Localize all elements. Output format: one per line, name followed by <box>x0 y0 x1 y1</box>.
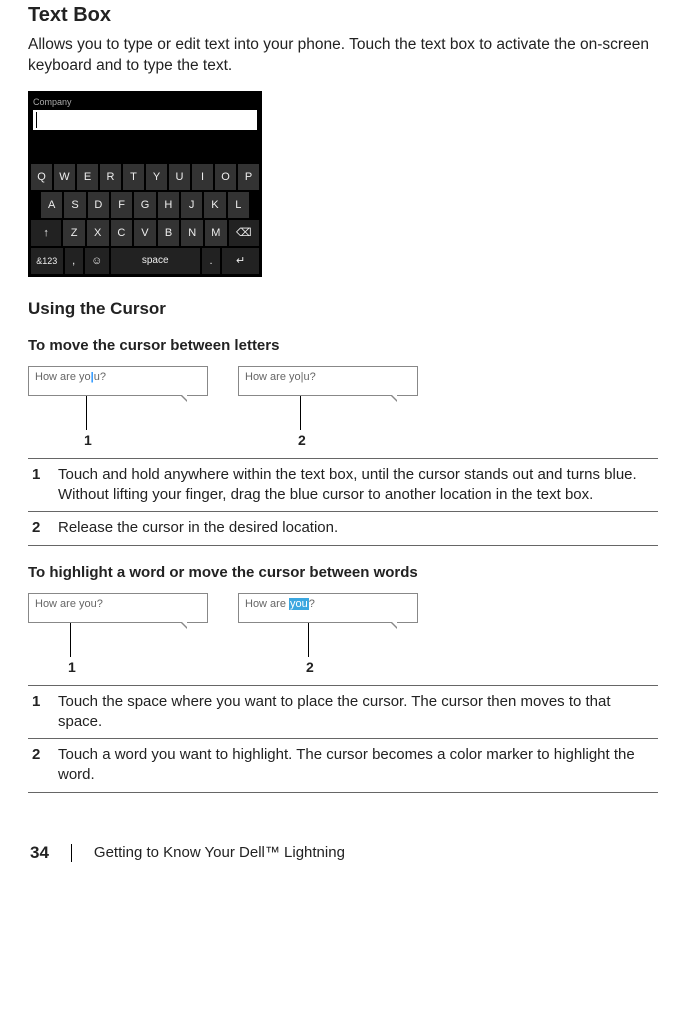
key-enter[interactable] <box>222 248 259 274</box>
steps-table-words: 1 Touch the space where you want to plac… <box>28 685 658 793</box>
table-row: 2 Touch a word you want to highlight. Th… <box>28 739 658 793</box>
steps-table-letters: 1 Touch and hold anywhere within the tex… <box>28 458 658 546</box>
key-emoji[interactable] <box>85 248 109 274</box>
table-row: 1 Touch the space where you want to plac… <box>28 685 658 739</box>
callout-line <box>70 623 71 657</box>
key-x[interactable]: X <box>87 220 109 246</box>
key-symbols[interactable]: &123 <box>31 248 63 274</box>
heading-text-box: Text Box <box>28 4 658 27</box>
page-footer: 34 Getting to Know Your Dell™ Lightning <box>28 843 658 863</box>
phone-text-input[interactable] <box>33 110 257 130</box>
key-space[interactable]: space <box>111 248 200 274</box>
illustration-letters: How are yo|u? 1 How are yo|u? 2 <box>28 366 658 448</box>
key-q[interactable]: Q <box>31 164 52 190</box>
key-g[interactable]: G <box>134 192 155 218</box>
callout-line <box>308 623 309 657</box>
key-d[interactable]: D <box>88 192 109 218</box>
step-number: 2 <box>28 512 54 545</box>
key-z[interactable]: Z <box>63 220 85 246</box>
footer-separator <box>71 844 72 862</box>
step-number: 2 <box>28 739 54 793</box>
key-t[interactable]: T <box>123 164 144 190</box>
table-row: 1 Touch and hold anywhere within the tex… <box>28 458 658 512</box>
heading-move-letters: To move the cursor between letters <box>28 337 658 354</box>
bubble-text-tail: u? <box>94 371 106 383</box>
callout-number-1: 1 <box>68 659 208 675</box>
key-n[interactable]: N <box>181 220 203 246</box>
key-b[interactable]: B <box>158 220 180 246</box>
step-text: Touch the space where you want to place … <box>54 685 658 739</box>
step-text: Touch a word you want to highlight. The … <box>54 739 658 793</box>
bubble-letters-2: How are yo|u? <box>238 366 418 396</box>
step-text: Touch and hold anywhere within the text … <box>54 458 658 512</box>
bubble-text: How are yo <box>35 371 91 383</box>
key-o[interactable]: O <box>215 164 236 190</box>
step-number: 1 <box>28 685 54 739</box>
bubble-text-post: ? <box>309 598 315 610</box>
key-p[interactable]: P <box>238 164 259 190</box>
illustration-words: How are you? 1 How are you? 2 <box>28 593 658 675</box>
page-number: 34 <box>30 843 49 863</box>
key-l[interactable]: L <box>228 192 249 218</box>
key-f[interactable]: F <box>111 192 132 218</box>
highlighted-word: you <box>289 598 309 610</box>
table-row: 2 Release the cursor in the desired loca… <box>28 512 658 545</box>
callout-number-1: 1 <box>84 432 208 448</box>
paragraph-text-box-desc: Allows you to type or edit text into you… <box>28 35 658 77</box>
step-text: Release the cursor in the desired locati… <box>54 512 658 545</box>
step-number: 1 <box>28 458 54 512</box>
bubble-text-pre: How are <box>245 598 289 610</box>
key-m[interactable]: M <box>205 220 227 246</box>
key-y[interactable]: Y <box>146 164 167 190</box>
key-v[interactable]: V <box>134 220 156 246</box>
text-cursor <box>36 112 37 128</box>
key-shift[interactable] <box>31 220 61 246</box>
key-c[interactable]: C <box>111 220 133 246</box>
heading-highlight-words: To highlight a word or move the cursor b… <box>28 564 658 581</box>
key-period[interactable]: . <box>202 248 220 274</box>
heading-using-cursor: Using the Cursor <box>28 299 658 319</box>
callout-number-2: 2 <box>298 432 418 448</box>
key-s[interactable]: S <box>64 192 85 218</box>
bubble-text: How are you? <box>35 598 103 610</box>
bubble-words-1: How are you? <box>28 593 208 623</box>
key-h[interactable]: H <box>158 192 179 218</box>
callout-number-2: 2 <box>306 659 418 675</box>
key-r[interactable]: R <box>100 164 121 190</box>
phone-mock: Company Q W E R T Y U I O P A S D F <box>28 91 262 277</box>
callout-line <box>86 396 87 430</box>
bubble-text: How are yo <box>245 371 301 383</box>
key-k[interactable]: K <box>204 192 225 218</box>
onscreen-keyboard: Q W E R T Y U I O P A S D F G H J K L <box>31 164 259 274</box>
key-a[interactable]: A <box>41 192 62 218</box>
key-i[interactable]: I <box>192 164 213 190</box>
bubble-words-2: How are you? <box>238 593 418 623</box>
phone-field-label: Company <box>31 95 259 110</box>
bubble-letters-1: How are yo|u? <box>28 366 208 396</box>
bubble-text-tail: u? <box>304 371 316 383</box>
key-backspace[interactable] <box>229 220 259 246</box>
chapter-title: Getting to Know Your Dell™ Lightning <box>94 844 345 861</box>
key-comma[interactable]: , <box>65 248 83 274</box>
callout-line <box>300 396 301 430</box>
key-j[interactable]: J <box>181 192 202 218</box>
key-e[interactable]: E <box>77 164 98 190</box>
key-u[interactable]: U <box>169 164 190 190</box>
key-w[interactable]: W <box>54 164 75 190</box>
